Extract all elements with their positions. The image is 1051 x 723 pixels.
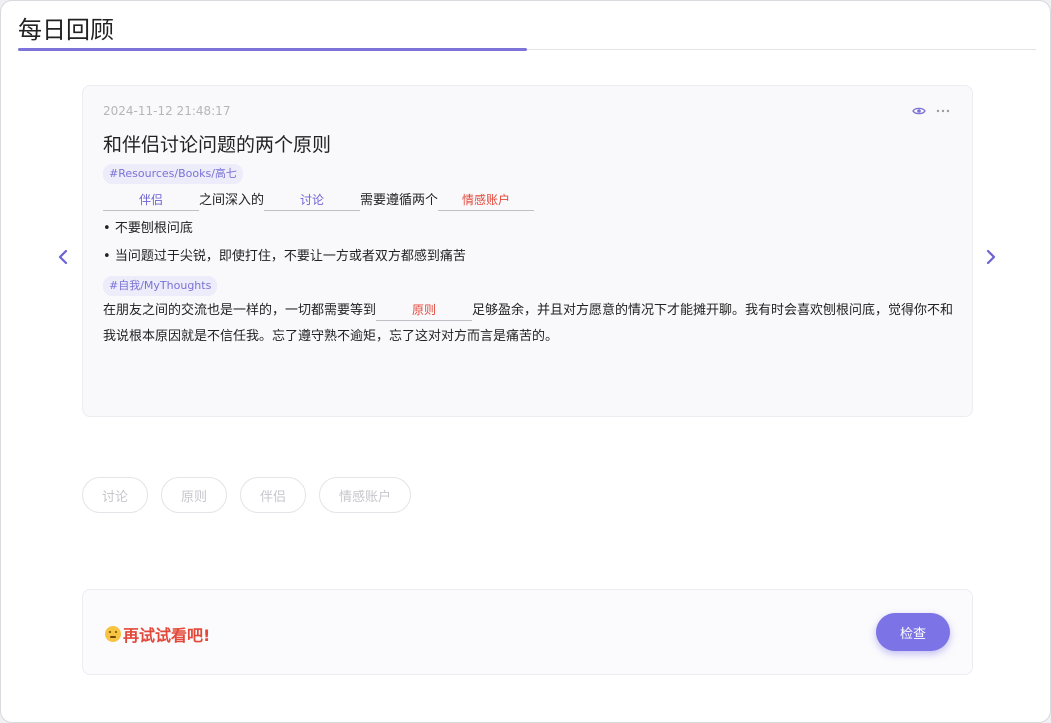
bullet-item: • 当问题过于尖锐，即使打住，不要让一方或者双方都感到痛苦 [103, 249, 466, 264]
tab-progress-indicator [18, 48, 527, 51]
next-arrow-button[interactable] [982, 247, 1000, 267]
bullet-text: 当问题过于尖锐，即使打住，不要让一方或者双方都感到痛苦 [114, 249, 466, 264]
prev-arrow-button[interactable] [55, 247, 73, 267]
feedback-panel: 再试试看吧! 检查 [82, 589, 973, 675]
feedback-message: 再试试看吧! [105, 622, 210, 646]
chevron-left-icon [58, 249, 68, 265]
feedback-text: 再试试看吧! [123, 626, 211, 645]
para-text-1: 在朋友之间的交流也是一样的，一切都需要等到 [103, 303, 377, 318]
choice-chip[interactable]: 伴侣 [240, 477, 307, 513]
check-button[interactable]: 检查 [876, 613, 950, 651]
cloze-blank-3[interactable]: 情感账户 [438, 190, 535, 211]
thinking-face-icon [105, 626, 121, 642]
chevron-right-icon [986, 249, 996, 265]
note-timestamp: 2024-11-12 21:48:17 [103, 104, 231, 118]
bullet-item: • 不要刨根问底 [103, 221, 193, 236]
note-paragraph: 在朋友之间的交流也是一样的，一切都需要等到 原则 足够盈余，并且对方愿意的情况下才能… [103, 298, 959, 350]
choice-chip[interactable]: 情感账户 [319, 477, 412, 513]
more-icon [936, 109, 950, 113]
review-window: 每日回顾 2024-11-12 21:48:17 和伴侣讨论问题的两个原则 #R… [0, 0, 1051, 723]
note-title: 和伴侣讨论问题的两个原则 [103, 134, 332, 156]
page-title: 每日回顾 [18, 16, 114, 44]
answer-choices: 讨论 原则 伴侣 情感账户 [82, 477, 412, 513]
tag-resources[interactable]: #Resources/Books/高七 [103, 164, 243, 184]
more-button[interactable] [936, 109, 950, 113]
bullet-text: 不要刨根问底 [114, 221, 193, 236]
sentence-text-1: 之间深入的 [199, 193, 265, 208]
choice-chip[interactable]: 讨论 [82, 477, 149, 513]
cloze-blank-2[interactable]: 讨论 [264, 190, 361, 211]
cloze-sentence: 伴侣 之间深入的 讨论 需要遵循两个 情感账户 [103, 190, 535, 212]
card-actions [912, 106, 950, 116]
cloze-blank-4[interactable]: 原则 [376, 300, 473, 321]
eye-icon [912, 107, 926, 115]
cloze-blank-1[interactable]: 伴侣 [103, 190, 199, 211]
tag-thoughts[interactable]: #自我/MyThoughts [103, 276, 218, 296]
sentence-text-2: 需要遵循两个 [360, 193, 439, 208]
view-button[interactable] [912, 106, 926, 116]
choice-chip[interactable]: 原则 [161, 477, 228, 513]
note-card: 2024-11-12 21:48:17 和伴侣讨论问题的两个原则 #Resour… [82, 85, 973, 417]
